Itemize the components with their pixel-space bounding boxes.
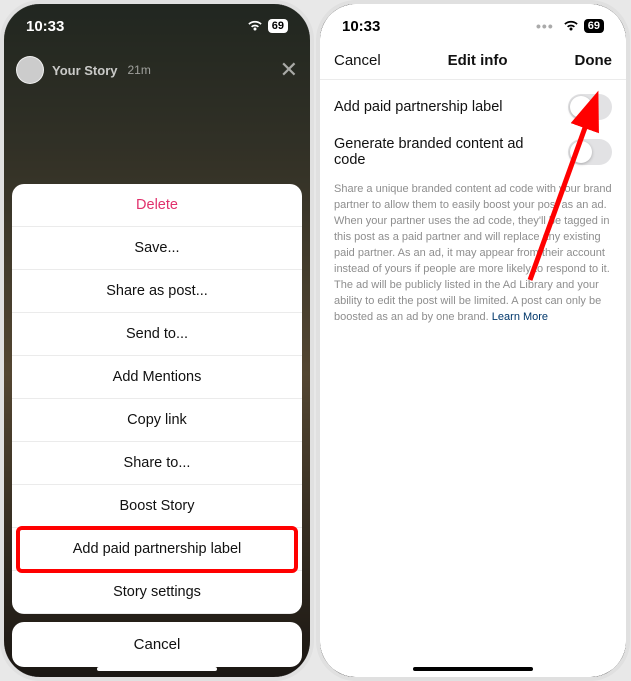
branded-code-toggle[interactable] (568, 139, 612, 165)
learn-more-link[interactable]: Learn More (492, 311, 548, 323)
status-bar: 10:33 69 (4, 4, 310, 48)
paid-partnership-toggle[interactable] (568, 94, 612, 120)
save-button[interactable]: Save... (12, 227, 302, 270)
story-header: Your Story 21m ✕ (16, 56, 298, 84)
branded-code-label: Generate branded content ad code (334, 136, 558, 168)
right-phone: 10:33 ••• 69 Cancel Edit info Done Add p… (316, 0, 630, 681)
story-settings-button[interactable]: Story settings (12, 571, 302, 614)
share-as-post-button[interactable]: Share as post... (12, 270, 302, 313)
nav-bar: Cancel Edit info Done (320, 48, 626, 80)
boost-story-button[interactable]: Boost Story (12, 485, 302, 528)
paid-partnership-label: Add paid partnership label (334, 99, 558, 115)
paid-partnership-row: Add paid partnership label (320, 80, 626, 134)
description-text: Share a unique branded content ad code w… (320, 182, 626, 335)
add-paid-partnership-button[interactable]: Add paid partnership label (12, 528, 302, 571)
add-mentions-button[interactable]: Add Mentions (12, 356, 302, 399)
branded-code-row: Generate branded content ad code (320, 134, 626, 182)
battery-indicator: 69 (584, 19, 604, 33)
delete-button[interactable]: Delete (12, 184, 302, 227)
battery-indicator: 69 (268, 19, 288, 33)
story-age: 21m (128, 63, 151, 77)
status-time: 10:33 (342, 18, 380, 35)
home-indicator[interactable] (413, 667, 533, 671)
action-sheet: Delete Save... Share as post... Send to.… (12, 184, 302, 667)
status-time: 10:33 (26, 18, 64, 35)
home-indicator[interactable] (97, 667, 217, 671)
wifi-icon (563, 20, 579, 32)
story-title: Your Story (52, 63, 118, 78)
share-to-button[interactable]: Share to... (12, 442, 302, 485)
cancel-button[interactable]: Cancel (12, 622, 302, 667)
copy-link-button[interactable]: Copy link (12, 399, 302, 442)
close-icon[interactable]: ✕ (280, 57, 298, 83)
left-phone: 10:33 69 Your Story 21m ✕ Delete Save... (0, 0, 314, 681)
wifi-icon (247, 20, 263, 32)
nav-done-button[interactable]: Done (574, 52, 612, 69)
send-to-button[interactable]: Send to... (12, 313, 302, 356)
nav-title: Edit info (448, 52, 508, 69)
status-bar: 10:33 ••• 69 (320, 4, 626, 48)
nav-cancel-button[interactable]: Cancel (334, 52, 381, 69)
more-icon: ••• (536, 18, 554, 34)
avatar[interactable] (16, 56, 44, 84)
